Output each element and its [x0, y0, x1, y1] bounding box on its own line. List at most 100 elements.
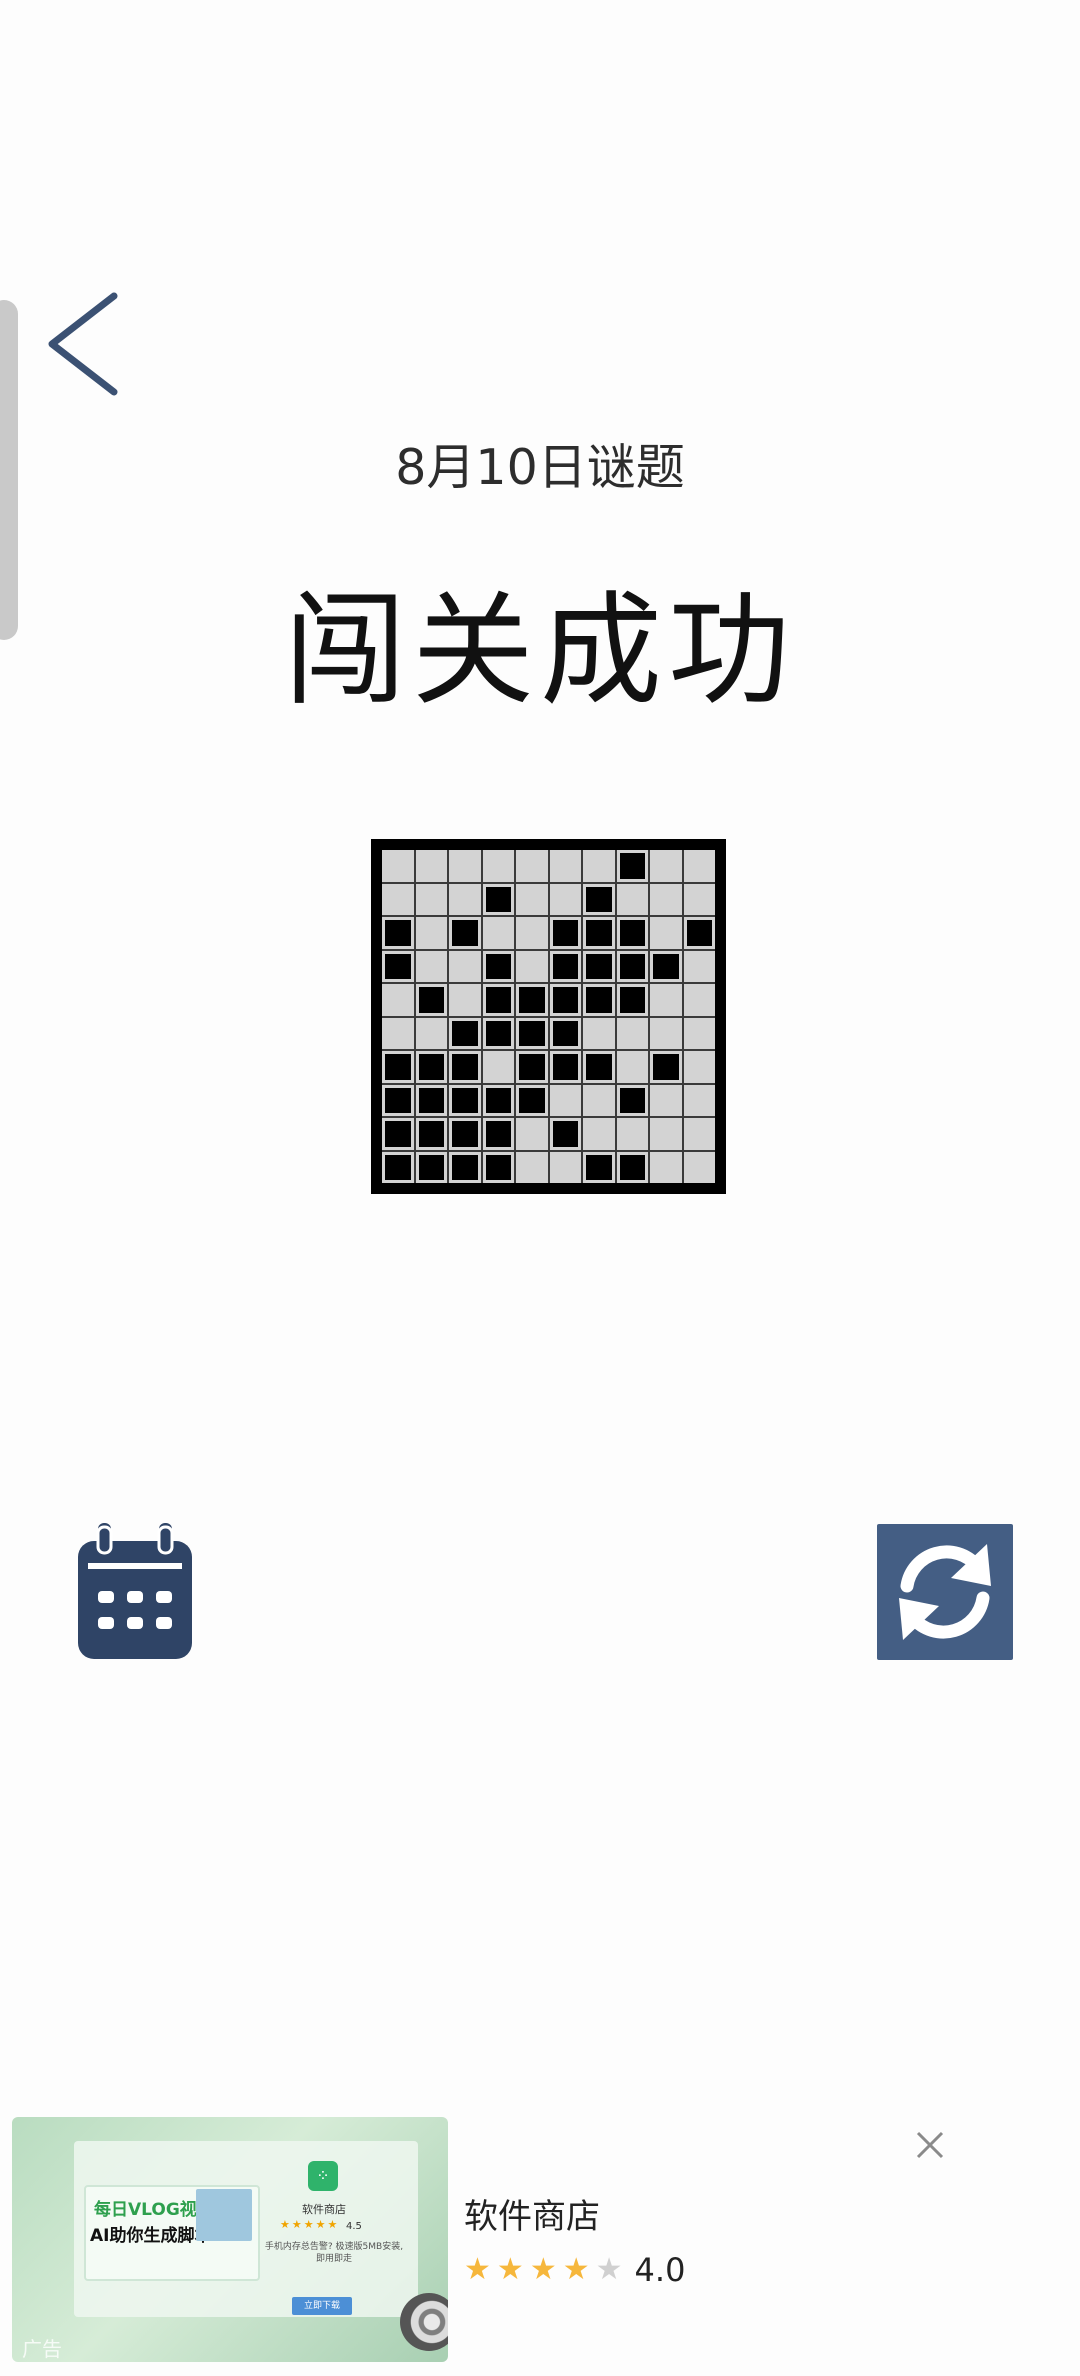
grid-cell-empty[interactable]	[482, 1051, 514, 1083]
grid-cell-empty[interactable]	[616, 1051, 648, 1083]
grid-cell-filled[interactable]	[516, 984, 548, 1016]
grid-cell-empty[interactable]	[516, 917, 548, 949]
calendar-button[interactable]	[76, 1523, 194, 1661]
grid-cell-empty[interactable]	[616, 883, 648, 915]
grid-cell-empty[interactable]	[616, 1017, 648, 1049]
grid-cell-empty[interactable]	[382, 984, 414, 1016]
grid-cell-empty[interactable]	[382, 850, 414, 882]
grid-cell-filled[interactable]	[449, 1051, 481, 1083]
grid-cell-filled[interactable]	[616, 1151, 648, 1183]
grid-cell-filled[interactable]	[616, 984, 648, 1016]
grid-cell-filled[interactable]	[516, 1084, 548, 1116]
grid-cell-filled[interactable]	[382, 950, 414, 982]
grid-cell-filled[interactable]	[583, 917, 615, 949]
grid-cell-filled[interactable]	[616, 850, 648, 882]
grid-cell-filled[interactable]	[382, 917, 414, 949]
grid-cell-filled[interactable]	[616, 1084, 648, 1116]
grid-cell-filled[interactable]	[549, 950, 581, 982]
grid-cell-filled[interactable]	[415, 1051, 447, 1083]
grid-cell-filled[interactable]	[449, 917, 481, 949]
refresh-button[interactable]	[877, 1524, 1013, 1660]
ad-download-button[interactable]: 立即下载	[292, 2297, 352, 2315]
grid-cell-filled[interactable]	[516, 1017, 548, 1049]
grid-cell-empty[interactable]	[449, 984, 481, 1016]
grid-cell-filled[interactable]	[549, 1051, 581, 1083]
ad-image[interactable]: 每日VLOG视频 AI助你生成脚本 ⁘ 软件商店 ★★★★★ 4.5 手机内存总…	[12, 2117, 448, 2362]
grid-cell-filled[interactable]	[482, 1084, 514, 1116]
grid-cell-empty[interactable]	[650, 1151, 682, 1183]
grid-cell-filled[interactable]	[583, 1051, 615, 1083]
grid-cell-filled[interactable]	[549, 1017, 581, 1049]
grid-cell-empty[interactable]	[683, 1017, 715, 1049]
grid-cell-filled[interactable]	[482, 1017, 514, 1049]
grid-cell-empty[interactable]	[650, 917, 682, 949]
grid-cell-empty[interactable]	[382, 883, 414, 915]
grid-cell-filled[interactable]	[382, 1051, 414, 1083]
grid-cell-filled[interactable]	[482, 950, 514, 982]
grid-cell-empty[interactable]	[516, 1118, 548, 1150]
grid-cell-filled[interactable]	[382, 1118, 414, 1150]
grid-cell-empty[interactable]	[482, 917, 514, 949]
grid-cell-filled[interactable]	[583, 1151, 615, 1183]
grid-cell-empty[interactable]	[650, 883, 682, 915]
grid-cell-filled[interactable]	[449, 1118, 481, 1150]
ad-banner[interactable]: 每日VLOG视频 AI助你生成脚本 ⁘ 软件商店 ★★★★★ 4.5 手机内存总…	[12, 2115, 1068, 2365]
grid-cell-filled[interactable]	[482, 984, 514, 1016]
grid-cell-empty[interactable]	[415, 883, 447, 915]
grid-cell-filled[interactable]	[382, 1084, 414, 1116]
grid-cell-empty[interactable]	[382, 1017, 414, 1049]
grid-cell-empty[interactable]	[616, 1118, 648, 1150]
ad-close-button[interactable]	[900, 2115, 960, 2175]
grid-cell-empty[interactable]	[650, 1084, 682, 1116]
grid-cell-empty[interactable]	[683, 1151, 715, 1183]
grid-cell-filled[interactable]	[449, 1084, 481, 1116]
grid-cell-empty[interactable]	[683, 850, 715, 882]
grid-cell-filled[interactable]	[482, 1118, 514, 1150]
grid-cell-filled[interactable]	[549, 917, 581, 949]
grid-cell-filled[interactable]	[549, 984, 581, 1016]
grid-cell-filled[interactable]	[616, 917, 648, 949]
grid-cell-empty[interactable]	[683, 984, 715, 1016]
grid-cell-filled[interactable]	[415, 1084, 447, 1116]
grid-cell-empty[interactable]	[516, 850, 548, 882]
back-button[interactable]	[40, 288, 130, 400]
grid-cell-empty[interactable]	[415, 1017, 447, 1049]
grid-cell-empty[interactable]	[415, 850, 447, 882]
grid-cell-empty[interactable]	[650, 1118, 682, 1150]
grid-cell-empty[interactable]	[415, 917, 447, 949]
grid-cell-empty[interactable]	[683, 1084, 715, 1116]
grid-cell-filled[interactable]	[449, 1017, 481, 1049]
grid-cell-empty[interactable]	[583, 1118, 615, 1150]
grid-cell-filled[interactable]	[482, 883, 514, 915]
grid-cell-filled[interactable]	[583, 883, 615, 915]
grid-cell-empty[interactable]	[683, 1118, 715, 1150]
grid-cell-empty[interactable]	[683, 1051, 715, 1083]
grid-cell-empty[interactable]	[650, 850, 682, 882]
grid-cell-filled[interactable]	[583, 950, 615, 982]
grid-cell-filled[interactable]	[382, 1151, 414, 1183]
grid-cell-filled[interactable]	[415, 1151, 447, 1183]
grid-cell-filled[interactable]	[650, 950, 682, 982]
grid-cell-empty[interactable]	[449, 950, 481, 982]
grid-cell-filled[interactable]	[449, 1151, 481, 1183]
grid-cell-filled[interactable]	[583, 984, 615, 1016]
grid-cell-empty[interactable]	[449, 883, 481, 915]
grid-cell-filled[interactable]	[415, 1118, 447, 1150]
grid-cell-empty[interactable]	[549, 883, 581, 915]
grid-cell-empty[interactable]	[482, 850, 514, 882]
grid-cell-filled[interactable]	[516, 1051, 548, 1083]
grid-cell-empty[interactable]	[449, 850, 481, 882]
grid-cell-empty[interactable]	[583, 850, 615, 882]
grid-cell-filled[interactable]	[482, 1151, 514, 1183]
grid-cell-empty[interactable]	[549, 1084, 581, 1116]
grid-cell-empty[interactable]	[516, 883, 548, 915]
grid-cell-filled[interactable]	[650, 1051, 682, 1083]
grid-cell-empty[interactable]	[549, 1151, 581, 1183]
grid-cell-empty[interactable]	[683, 950, 715, 982]
grid-cell-empty[interactable]	[683, 883, 715, 915]
grid-cell-empty[interactable]	[583, 1017, 615, 1049]
grid-cell-empty[interactable]	[549, 850, 581, 882]
grid-cell-empty[interactable]	[650, 1017, 682, 1049]
grid-cell-filled[interactable]	[549, 1118, 581, 1150]
grid-cell-filled[interactable]	[683, 917, 715, 949]
